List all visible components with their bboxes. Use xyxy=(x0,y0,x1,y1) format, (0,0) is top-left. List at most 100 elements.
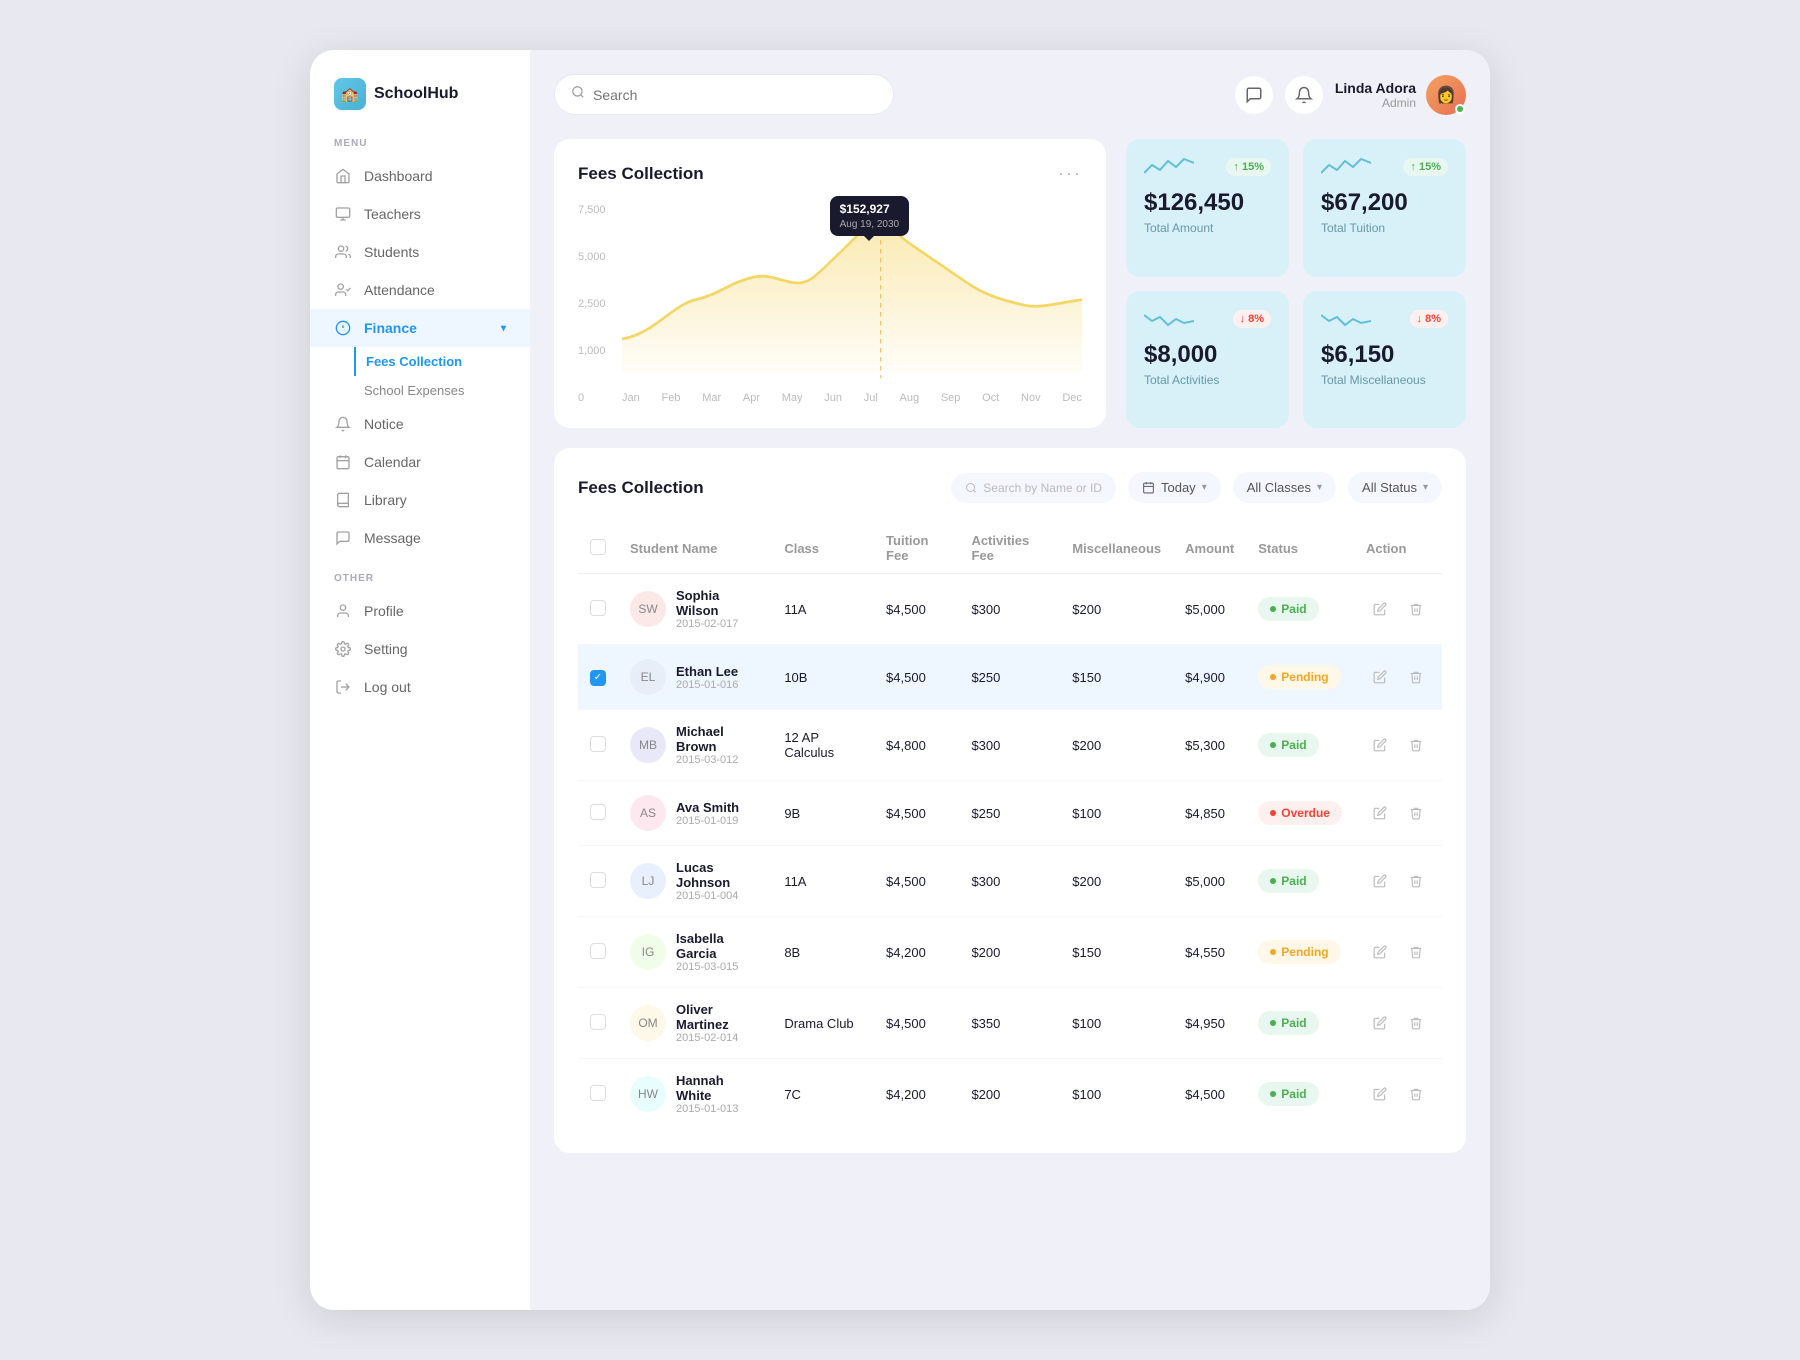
students-icon xyxy=(334,243,352,261)
table-search-box[interactable]: Search by Name or ID xyxy=(951,473,1116,503)
edit-icon-oliver-martinez[interactable] xyxy=(1366,1009,1394,1037)
edit-icon-lucas-johnson[interactable] xyxy=(1366,867,1394,895)
table-row: OM Oliver Martinez 2015-02-014 Drama Clu… xyxy=(578,988,1442,1059)
sidebar-item-students[interactable]: Students xyxy=(310,233,530,271)
filter-class-label: All Classes xyxy=(1247,480,1311,495)
total-amount-value: $126,450 xyxy=(1144,189,1271,217)
filter-status-btn[interactable]: All Status ▾ xyxy=(1348,472,1442,503)
student-id-sophia-wilson: 2015-02-017 xyxy=(676,618,760,630)
attendance-icon xyxy=(334,281,352,299)
activities-lucas-johnson: $300 xyxy=(959,846,1060,917)
chart-area: 7,500 5,000 2,500 1,000 0 $152,927 Aug 1… xyxy=(578,204,1082,404)
chart-svg-container: $152,927 Aug 19, 2030 xyxy=(622,204,1082,384)
stat-card-total-amount: ↑ 15% $126,450 Total Amount xyxy=(1126,139,1289,277)
sidebar-item-school-expenses[interactable]: School Expenses xyxy=(364,376,530,405)
row-checkbox-sophia-wilson[interactable] xyxy=(590,600,606,616)
edit-icon-sophia-wilson[interactable] xyxy=(1366,595,1394,623)
row-checkbox-ethan-lee[interactable] xyxy=(590,670,606,686)
students-label: Students xyxy=(364,244,419,260)
sidebar-item-teachers[interactable]: Teachers xyxy=(310,195,530,233)
edit-icon-hannah-white[interactable] xyxy=(1366,1080,1394,1108)
setting-icon xyxy=(334,640,352,658)
row-checkbox-isabella-garcia[interactable] xyxy=(590,943,606,959)
edit-icon-ethan-lee[interactable] xyxy=(1366,663,1394,691)
delete-icon-hannah-white[interactable] xyxy=(1402,1080,1430,1108)
sidebar-item-fees-collection[interactable]: Fees Collection xyxy=(354,347,530,376)
chart-y-labels: 7,500 5,000 2,500 1,000 0 xyxy=(578,204,606,404)
status-badge-michael-brown: Paid xyxy=(1258,733,1318,757)
delete-icon-oliver-martinez[interactable] xyxy=(1402,1009,1430,1037)
student-name-oliver-martinez: Oliver Martinez xyxy=(676,1002,760,1032)
filter-class-btn[interactable]: All Classes ▾ xyxy=(1233,472,1336,503)
row-checkbox-lucas-johnson[interactable] xyxy=(590,872,606,888)
total-tuition-label: Total Tuition xyxy=(1321,221,1448,235)
wave-icon xyxy=(1144,155,1194,179)
wave-icon xyxy=(1321,155,1371,179)
row-checkbox-ava-smith[interactable] xyxy=(590,804,606,820)
amount-hannah-white: $4,500 xyxy=(1173,1059,1246,1130)
tuition-ava-smith: $4,500 xyxy=(874,781,959,846)
sidebar-item-library[interactable]: Library xyxy=(310,481,530,519)
col-miscellaneous: Miscellaneous xyxy=(1060,523,1173,574)
chevron-icon: ▾ xyxy=(1202,482,1207,493)
delete-icon-michael-brown[interactable] xyxy=(1402,731,1430,759)
row-checkbox-hannah-white[interactable] xyxy=(590,1085,606,1101)
edit-icon-isabella-garcia[interactable] xyxy=(1366,938,1394,966)
delete-icon-lucas-johnson[interactable] xyxy=(1402,867,1430,895)
logout-label: Log out xyxy=(364,679,411,695)
avatar-online-dot xyxy=(1455,104,1465,114)
sidebar-item-profile[interactable]: Profile xyxy=(310,592,530,630)
class-lucas-johnson: 11A xyxy=(772,846,874,917)
student-cell-michael-brown: MB Michael Brown 2015-03-012 xyxy=(618,710,772,781)
activities-oliver-martinez: $350 xyxy=(959,988,1060,1059)
row-checkbox-cell xyxy=(578,574,618,645)
total-amount-badge: ↑ 15% xyxy=(1226,158,1271,176)
student-name-isabella-garcia: Isabella Garcia xyxy=(676,931,760,961)
class-hannah-white: 7C xyxy=(772,1059,874,1130)
status-dot xyxy=(1270,1020,1276,1026)
chart-menu-btn[interactable]: ··· xyxy=(1058,163,1082,184)
row-checkbox-michael-brown[interactable] xyxy=(590,736,606,752)
finance-icon xyxy=(334,319,352,337)
sidebar-item-dashboard[interactable]: Dashboard xyxy=(310,157,530,195)
table-row: SW Sophia Wilson 2015-02-017 11A $4,500 … xyxy=(578,574,1442,645)
avatar[interactable]: 👩 xyxy=(1426,75,1466,115)
edit-icon-ava-smith[interactable] xyxy=(1366,799,1394,827)
edit-icon-michael-brown[interactable] xyxy=(1366,731,1394,759)
sidebar-item-logout[interactable]: Log out xyxy=(310,668,530,706)
sidebar-item-attendance[interactable]: Attendance xyxy=(310,271,530,309)
sidebar-item-calendar[interactable]: Calendar xyxy=(310,443,530,481)
sidebar-item-setting[interactable]: Setting xyxy=(310,630,530,668)
total-misc-badge: ↓ 8% xyxy=(1410,310,1448,328)
action-ava-smith xyxy=(1354,781,1442,846)
sidebar: 🏫 SchoolHub MENU Dashboard Teachers xyxy=(310,50,530,1310)
logo-icon: 🏫 xyxy=(334,78,366,110)
row-checkbox-cell xyxy=(578,781,618,846)
col-student-name: Student Name xyxy=(618,523,772,574)
chat-icon-btn[interactable] xyxy=(1235,76,1273,114)
status-ethan-lee: Pending xyxy=(1246,645,1354,710)
search-input[interactable] xyxy=(593,87,877,103)
status-michael-brown: Paid xyxy=(1246,710,1354,781)
delete-icon-isabella-garcia[interactable] xyxy=(1402,938,1430,966)
select-all-checkbox[interactable] xyxy=(590,539,606,555)
status-badge-ethan-lee: Pending xyxy=(1258,665,1340,689)
delete-icon-ethan-lee[interactable] xyxy=(1402,663,1430,691)
row-checkbox-oliver-martinez[interactable] xyxy=(590,1014,606,1030)
stat-card-total-activities: ↓ 8% $8,000 Total Activities xyxy=(1126,291,1289,429)
activities-hannah-white: $200 xyxy=(959,1059,1060,1130)
row-checkbox-cell xyxy=(578,710,618,781)
status-dot xyxy=(1270,810,1276,816)
calendar-small-icon xyxy=(1142,481,1155,494)
sidebar-item-finance[interactable]: Finance ▾ xyxy=(310,309,530,347)
class-ethan-lee: 10B xyxy=(772,645,874,710)
notification-icon-btn[interactable] xyxy=(1285,76,1323,114)
filter-date-btn[interactable]: Today ▾ xyxy=(1128,472,1221,503)
search-box[interactable] xyxy=(554,74,894,115)
delete-icon-ava-smith[interactable] xyxy=(1402,799,1430,827)
logo[interactable]: 🏫 SchoolHub xyxy=(310,78,530,138)
delete-icon-sophia-wilson[interactable] xyxy=(1402,595,1430,623)
misc-hannah-white: $100 xyxy=(1060,1059,1173,1130)
sidebar-item-notice[interactable]: Notice xyxy=(310,405,530,443)
sidebar-item-message[interactable]: Message xyxy=(310,519,530,557)
